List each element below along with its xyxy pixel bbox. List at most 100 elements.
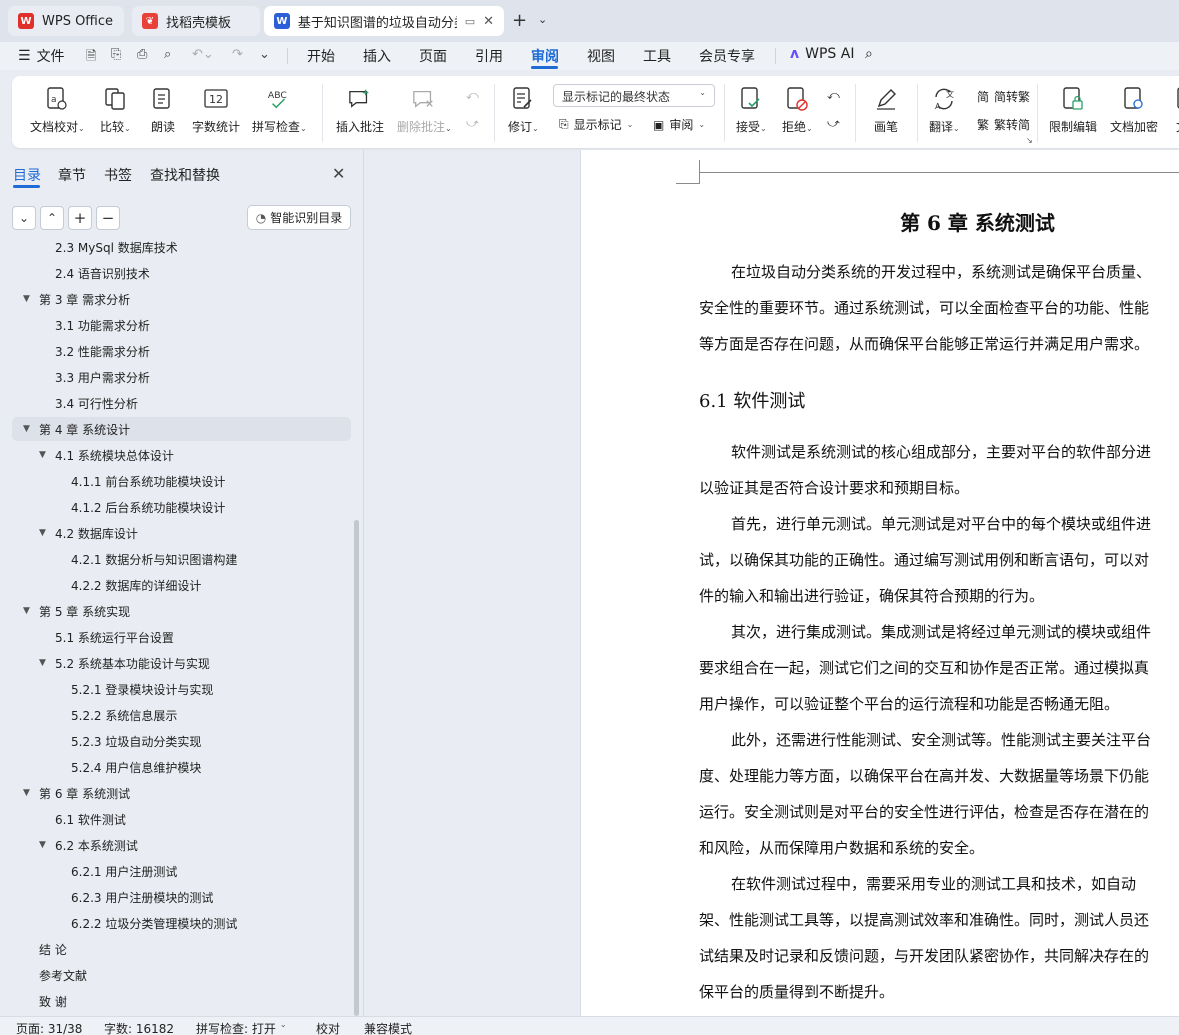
restrict-edit-button[interactable]: 限制编辑 — [1049, 86, 1097, 135]
file-menu[interactable]: ☰ 文件 — [18, 46, 65, 66]
remove-heading-button[interactable]: − — [96, 206, 120, 230]
toc-item[interactable]: ▼ 第 6 章 系统测试 — [12, 781, 351, 805]
tab-wps-office[interactable]: W WPS Office — [8, 6, 124, 36]
toc-item[interactable]: 2.4 语音识别技术 — [12, 261, 351, 285]
word-count-button[interactable]: 12 字数统计 — [192, 86, 240, 135]
toc-item[interactable]: ▼ 4.1 系统模块总体设计 — [12, 443, 351, 467]
expand-arrow-icon[interactable]: ▼ — [39, 450, 46, 460]
expand-arrow-icon[interactable]: ▼ — [23, 424, 30, 434]
review-pane-button[interactable]: ▣ 审阅 ⌄ — [653, 116, 705, 133]
toc-item[interactable]: 6.2.3 用户注册模块的测试 — [12, 885, 351, 909]
collapse-all-button[interactable]: ⌄ — [12, 206, 36, 230]
word-count-indicator[interactable]: 字数: 16182 — [104, 1020, 174, 1035]
menu-review[interactable]: 审阅 — [531, 46, 559, 66]
next-comment-icon[interactable]: ⤻ — [466, 116, 479, 131]
toc-item[interactable]: 参考文献 — [12, 963, 351, 987]
toc-item[interactable]: 3.3 用户需求分析 — [12, 365, 351, 389]
toc-item[interactable]: 6.1 软件测试 — [12, 807, 351, 831]
smart-toc-button[interactable]: ◔ 智能识别目录 — [247, 205, 351, 230]
toc-item[interactable]: 2.3 MySql 数据库技术 — [12, 236, 351, 259]
print-preview-icon[interactable]: ⌕ — [164, 47, 171, 62]
accept-button[interactable]: 接受⌄ — [736, 86, 767, 135]
toc-item[interactable]: 4.2.2 数据库的详细设计 — [12, 573, 351, 597]
nav-tab-bookmarks[interactable]: 书签 — [104, 165, 132, 185]
insert-comment-button[interactable]: 插入批注 — [336, 86, 384, 135]
nav-tab-find-replace[interactable]: 查找和替换 — [150, 165, 220, 185]
markup-state-select[interactable]: 显示标记的最终状态 ⌄ — [553, 84, 715, 107]
to-traditional-button[interactable]: 简 简转繁 — [977, 88, 1030, 105]
toc-item[interactable]: 3.4 可行性分析 — [12, 391, 351, 415]
expand-arrow-icon[interactable]: ▼ — [23, 294, 30, 304]
previous-change-icon[interactable]: ⤺ — [827, 88, 840, 103]
toc-item[interactable]: ▼ 第 5 章 系统实现 — [12, 599, 351, 623]
toc-item[interactable]: 3.2 性能需求分析 — [12, 339, 351, 363]
expand-arrow-icon[interactable]: ▼ — [23, 606, 30, 616]
nav-tab-toc[interactable]: 目录 — [13, 165, 41, 185]
close-pane-icon[interactable]: ✕ — [332, 164, 345, 183]
expand-up-button[interactable]: ⌃ — [40, 206, 64, 230]
expand-arrow-icon[interactable]: ▼ — [23, 788, 30, 798]
toc-item[interactable]: ▼ 6.2 本系统测试 — [12, 833, 351, 857]
menu-tools[interactable]: 工具 — [643, 46, 671, 66]
pen-button[interactable]: 画笔 — [874, 86, 898, 135]
track-changes-button[interactable]: 修订⌄ — [508, 86, 539, 135]
cut-off-ribbon-button[interactable]: 文 — [1170, 86, 1179, 135]
to-simplified-button[interactable]: 繁 繁转简 — [977, 116, 1030, 133]
doc-proof-button[interactable]: a 文档校对⌄ — [30, 86, 85, 135]
toc-scrollbar[interactable] — [354, 520, 359, 1016]
tab-list-chevron-icon[interactable]: ⌄ — [538, 13, 547, 26]
toc-item[interactable]: ▼ 第 4 章 系统设计 — [12, 417, 351, 441]
new-tab-plus-icon[interactable]: + — [512, 10, 527, 31]
compare-button[interactable]: 比较⌄ — [100, 86, 131, 135]
toc-item[interactable]: 3.1 功能需求分析 — [12, 313, 351, 337]
wps-ai-button[interactable]: ᴧ WPS AI — [790, 46, 854, 62]
show-markup-button[interactable]: ⎘ 显示标记 ⌄ — [559, 116, 633, 133]
page-indicator[interactable]: 页面: 31/38 — [16, 1020, 82, 1035]
previous-comment-icon[interactable]: ⤺ — [466, 88, 479, 103]
toc-item[interactable]: ▼ 第 3 章 需求分析 — [12, 287, 351, 311]
menu-insert[interactable]: 插入 — [363, 46, 391, 66]
toc-item[interactable]: 6.2.2 垃圾分类管理模块的测试 — [12, 911, 351, 935]
tab-docer-templates[interactable]: ❦ 找稻壳模板 — [132, 6, 260, 36]
toc-item[interactable]: 致 谢 — [12, 989, 351, 1013]
spell-check-status[interactable]: 拼写检查: 打开 ⌄ — [196, 1020, 287, 1035]
toc-item[interactable]: 4.2.1 数据分析与知识图谱构建 — [12, 547, 351, 571]
reject-button[interactable]: 拒绝⌄ — [782, 86, 813, 135]
toc-item[interactable]: 5.2.3 垃圾自动分类实现 — [12, 729, 351, 753]
nav-tab-sections[interactable]: 章节 — [58, 165, 86, 185]
toc-item[interactable]: 结 论 — [12, 937, 351, 961]
toc-item[interactable]: 5.2.2 系统信息展示 — [12, 703, 351, 727]
expand-arrow-icon[interactable]: ▼ — [39, 840, 46, 850]
toc-item[interactable]: ▼ 4.2 数据库设计 — [12, 521, 351, 545]
proofread-status[interactable]: 校对 — [316, 1020, 340, 1035]
menu-page[interactable]: 页面 — [419, 46, 447, 66]
next-change-icon[interactable]: ⤻ — [827, 116, 840, 131]
delete-comment-button[interactable]: 删除批注⌄ — [397, 86, 452, 135]
add-heading-button[interactable]: + — [68, 206, 92, 230]
menu-member[interactable]: 会员专享 — [699, 46, 755, 66]
encrypt-button[interactable]: 文档加密 — [1110, 86, 1158, 135]
save-icon[interactable]: 🗎 — [86, 47, 96, 69]
toc-item[interactable]: ▼ 5.2 系统基本功能设计与实现 — [12, 651, 351, 675]
close-tab-icon[interactable]: ✕ — [483, 14, 494, 29]
expand-arrow-icon[interactable]: ▼ — [39, 528, 46, 538]
toc-item[interactable]: 4.1.1 前台系统功能模块设计 — [12, 469, 351, 493]
redo-icon[interactable]: ↷ — [232, 47, 243, 62]
more-chevron-icon[interactable]: ⌄ — [259, 47, 270, 62]
menu-view[interactable]: 视图 — [587, 46, 615, 66]
undo-icon[interactable]: ↶⌄ — [192, 47, 214, 62]
expand-arrow-icon[interactable]: ▼ — [39, 658, 46, 668]
toc-item[interactable]: 5.2.4 用户信息维护模块 — [12, 755, 351, 779]
spell-check-button[interactable]: ABC 拼写检查⌄ — [252, 86, 307, 135]
toc-item[interactable]: 5.2.1 登录模块设计与实现 — [12, 677, 351, 701]
toc-item[interactable]: 6.2.1 用户注册测试 — [12, 859, 351, 883]
translate-button[interactable]: A文 翻译⌄ — [929, 86, 960, 135]
read-aloud-button[interactable]: 朗读 — [151, 86, 175, 135]
toc-item[interactable]: 5.1 系统运行平台设置 — [12, 625, 351, 649]
export-icon[interactable]: ⎘ — [111, 47, 121, 62]
menu-references[interactable]: 引用 — [475, 46, 503, 66]
print-icon[interactable]: ⎙ — [137, 47, 147, 62]
toc-item[interactable]: 4.1.2 后台系统功能模块设计 — [12, 495, 351, 519]
tab-current-document[interactable]: W 基于知识图谱的垃圾自动分类 ▭ ✕ — [264, 6, 504, 36]
menu-home[interactable]: 开始 — [307, 46, 335, 66]
